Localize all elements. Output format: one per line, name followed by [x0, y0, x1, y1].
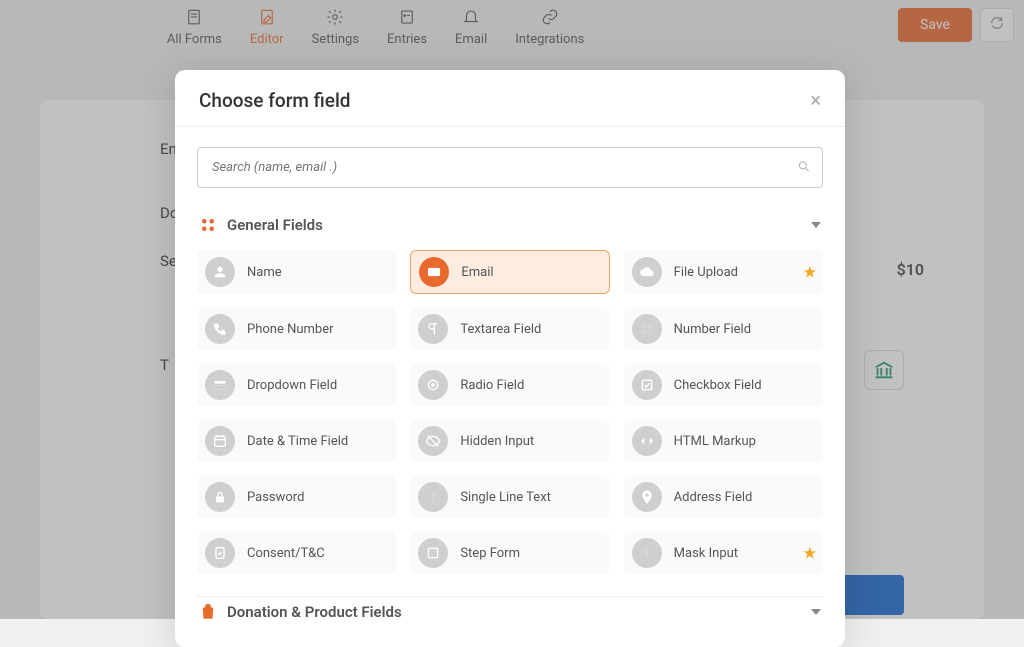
field-password[interactable]: Password	[197, 476, 396, 518]
field-label: Consent/T&C	[247, 546, 325, 561]
field-label: HTML Markup	[674, 434, 756, 449]
chevron-down-icon	[811, 609, 821, 615]
field-file-upload[interactable]: File Upload ★	[624, 250, 823, 294]
field-consent[interactable]: Consent/T&C	[197, 532, 396, 574]
field-name[interactable]: Name	[197, 250, 396, 294]
field-hidden[interactable]: Hidden Input	[410, 420, 609, 462]
field-html[interactable]: HTML Markup	[624, 420, 823, 462]
lock-icon	[205, 482, 235, 512]
clipboard-check-icon	[205, 538, 235, 568]
field-label: Address Field	[674, 490, 753, 505]
search-icon	[797, 158, 811, 177]
field-textarea[interactable]: Textarea Field	[410, 308, 609, 350]
paragraph-icon	[418, 314, 448, 344]
user-icon	[205, 257, 235, 287]
chevron-down-icon	[811, 222, 821, 228]
field-label: Name	[247, 265, 282, 280]
field-label: Radio Field	[460, 378, 524, 393]
field-step-form[interactable]: Step Form	[410, 532, 609, 574]
code-icon	[632, 426, 662, 456]
search-input[interactable]	[197, 147, 823, 188]
bag-icon	[199, 603, 217, 621]
text-icon	[418, 482, 448, 512]
checkbox-icon	[632, 370, 662, 400]
field-label: Textarea Field	[460, 322, 541, 337]
section-general-fields[interactable]: General Fields	[197, 208, 823, 250]
field-label: Single Line Text	[460, 490, 551, 505]
section-donation-fields[interactable]: Donation & Product Fields	[197, 596, 823, 637]
dropdown-icon	[205, 370, 235, 400]
field-label: Date & Time Field	[247, 434, 348, 449]
field-email[interactable]: Email	[410, 250, 609, 294]
field-datetime[interactable]: Date & Time Field	[197, 420, 396, 462]
field-number[interactable]: Number Field	[624, 308, 823, 350]
field-label: Mask Input	[674, 546, 738, 561]
star-icon: ★	[803, 263, 817, 282]
field-picker-modal: Choose form field × General Fields Name …	[175, 70, 845, 647]
map-pin-icon	[632, 482, 662, 512]
calendar-icon	[205, 426, 235, 456]
hash-icon	[632, 314, 662, 344]
cloud-upload-icon	[632, 257, 662, 287]
field-label: Phone Number	[247, 322, 334, 337]
field-radio[interactable]: Radio Field	[410, 364, 609, 406]
field-phone[interactable]: Phone Number	[197, 308, 396, 350]
star-icon: ★	[803, 544, 817, 563]
field-checkbox[interactable]: Checkbox Field	[624, 364, 823, 406]
field-single-line[interactable]: Single Line Text	[410, 476, 609, 518]
field-label: Step Form	[460, 546, 520, 561]
close-button[interactable]: ×	[810, 88, 821, 112]
envelope-icon	[419, 257, 449, 287]
field-label: Checkbox Field	[674, 378, 762, 393]
field-label: Hidden Input	[460, 434, 534, 449]
general-fields-grid: Name Email File Upload ★ Phone Number Te…	[197, 250, 823, 592]
close-icon: ×	[810, 88, 821, 112]
field-label: Email	[461, 265, 493, 280]
field-address[interactable]: Address Field	[624, 476, 823, 518]
field-label: File Upload	[674, 265, 738, 280]
grid-icon	[199, 216, 217, 234]
field-label: Dropdown Field	[247, 378, 337, 393]
search-wrap	[197, 147, 823, 188]
steps-icon	[418, 538, 448, 568]
asterisk-icon	[632, 538, 662, 568]
phone-icon	[205, 314, 235, 344]
section-title: General Fields	[227, 216, 801, 234]
field-label: Password	[247, 490, 304, 505]
modal-body: General Fields Name Email File Upload ★ …	[175, 127, 845, 647]
modal-title: Choose form field	[199, 89, 351, 112]
modal-header: Choose form field ×	[175, 70, 845, 127]
field-mask-input[interactable]: Mask Input ★	[624, 532, 823, 574]
eye-off-icon	[418, 426, 448, 456]
section-title: Donation & Product Fields	[227, 603, 801, 621]
radio-icon	[418, 370, 448, 400]
field-label: Number Field	[674, 322, 751, 337]
field-dropdown[interactable]: Dropdown Field	[197, 364, 396, 406]
